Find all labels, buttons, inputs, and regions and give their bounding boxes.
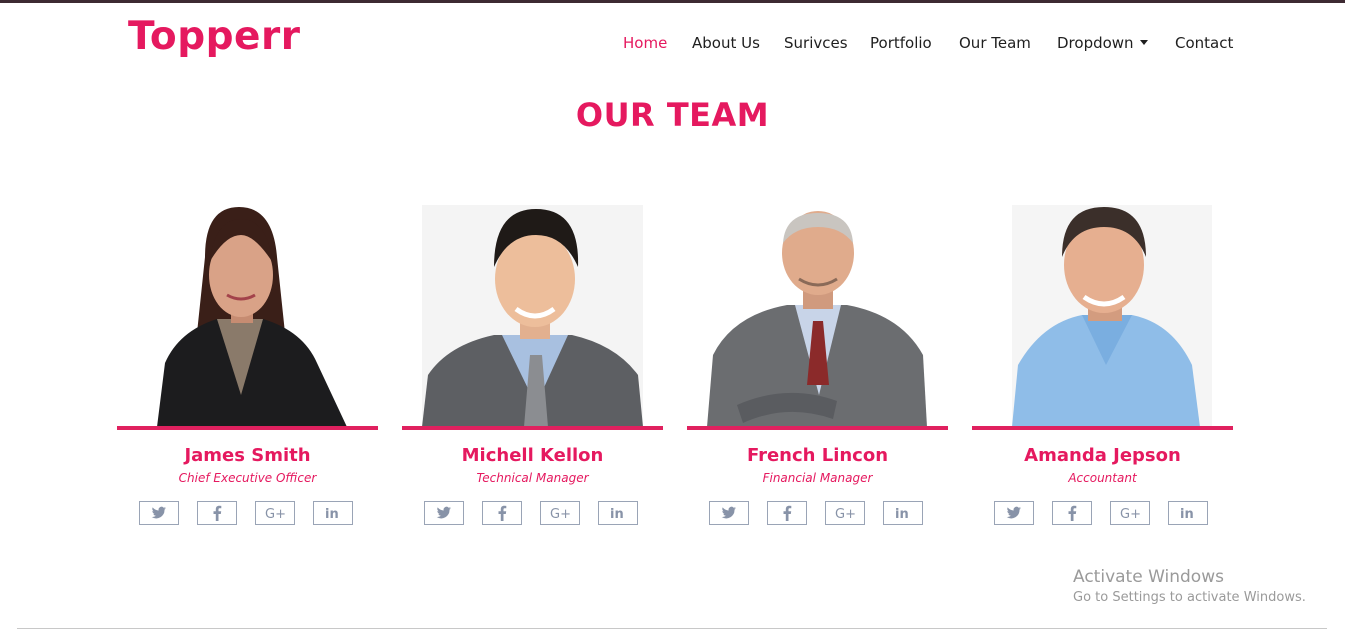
member-role: Chief Executive Officer (178, 471, 317, 485)
member-role: Technical Manager (476, 471, 589, 485)
twitter-button[interactable] (424, 501, 464, 525)
team-card: Michell Kellon Technical Manager G+ in (402, 205, 663, 530)
nav-item-contact[interactable]: Contact (1175, 34, 1233, 52)
top-border (0, 0, 1345, 3)
main-nav: Home About Us Surivces Portfolio Our Tea… (0, 34, 1345, 56)
google-plus-icon: G+ (1120, 507, 1141, 522)
nav-item-portfolio[interactable]: Portfolio (870, 34, 932, 52)
google-plus-button[interactable]: G+ (825, 501, 865, 525)
card-underline (972, 426, 1233, 430)
svg-text:G+: G+ (265, 507, 285, 520)
google-plus-button[interactable]: G+ (255, 501, 295, 525)
team-card: Amanda Jepson Accountant G+ in (972, 205, 1233, 530)
nav-item-services[interactable]: Surivces (784, 34, 848, 52)
social-links: G+ in (994, 501, 1234, 527)
facebook-icon (498, 505, 507, 521)
svg-text:G+: G+ (835, 507, 855, 520)
section-title: OUR TEAM (575, 96, 770, 134)
nav-item-dropdown-label: Dropdown (1057, 34, 1134, 52)
google-plus-button[interactable]: G+ (540, 501, 580, 525)
team-member-photo (402, 205, 663, 427)
twitter-icon (436, 506, 451, 519)
team-member-photo (687, 205, 948, 427)
svg-text:in: in (1180, 507, 1194, 520)
member-role: Financial Manager (762, 471, 873, 485)
twitter-icon (721, 506, 736, 519)
member-name: French Lincon (746, 445, 889, 466)
watermark-title: Activate Windows (1073, 567, 1224, 587)
team-card: James Smith Chief Executive Officer G+ i… (117, 205, 378, 530)
member-name: James Smith (184, 445, 311, 466)
svg-text:in: in (325, 507, 339, 520)
linkedin-icon: in (1180, 507, 1194, 522)
linkedin-button[interactable]: in (1168, 501, 1208, 525)
twitter-icon (151, 506, 166, 519)
nav-item-home[interactable]: Home (623, 34, 667, 52)
svg-text:G+: G+ (1120, 507, 1140, 520)
card-underline (402, 426, 663, 430)
linkedin-button[interactable]: in (883, 501, 923, 525)
linkedin-icon: in (610, 507, 624, 522)
member-role: Accountant (1068, 471, 1137, 485)
member-name: Amanda Jepson (1024, 445, 1181, 466)
facebook-button[interactable] (197, 501, 237, 525)
bottom-divider (17, 628, 1327, 629)
card-underline (117, 426, 378, 430)
watermark-subtitle: Go to Settings to activate Windows. (1073, 590, 1306, 605)
facebook-icon (213, 505, 222, 521)
team-member-photo (972, 205, 1233, 427)
google-plus-button[interactable]: G+ (1110, 501, 1150, 525)
google-plus-icon: G+ (835, 507, 856, 522)
google-plus-icon: G+ (550, 507, 571, 522)
linkedin-icon: in (895, 507, 909, 522)
member-name: Michell Kellon (461, 445, 604, 466)
caret-down-icon (1139, 40, 1148, 45)
team-member-photo (117, 205, 378, 427)
linkedin-button[interactable]: in (313, 501, 353, 525)
facebook-icon (783, 505, 792, 521)
facebook-button[interactable] (1052, 501, 1092, 525)
windows-activation-watermark: Activate Windows Go to Settings to activ… (1073, 567, 1306, 605)
card-underline (687, 426, 948, 430)
google-plus-icon: G+ (265, 507, 286, 522)
svg-text:in: in (610, 507, 624, 520)
nav-item-dropdown[interactable]: Dropdown (1057, 34, 1148, 52)
twitter-button[interactable] (139, 501, 179, 525)
svg-text:G+: G+ (550, 507, 570, 520)
social-links: G+ in (139, 501, 379, 527)
twitter-button[interactable] (709, 501, 749, 525)
team-card: French Lincon Financial Manager G+ in (687, 205, 948, 530)
facebook-button[interactable] (482, 501, 522, 525)
social-links: G+ in (424, 501, 664, 527)
twitter-icon (1006, 506, 1021, 519)
social-links: G+ in (709, 501, 949, 527)
facebook-icon (1068, 505, 1077, 521)
facebook-button[interactable] (767, 501, 807, 525)
linkedin-icon: in (325, 507, 339, 522)
linkedin-button[interactable]: in (598, 501, 638, 525)
svg-text:in: in (895, 507, 909, 520)
twitter-button[interactable] (994, 501, 1034, 525)
nav-item-about-us[interactable]: About Us (692, 34, 760, 52)
nav-item-our-team[interactable]: Our Team (959, 34, 1031, 52)
